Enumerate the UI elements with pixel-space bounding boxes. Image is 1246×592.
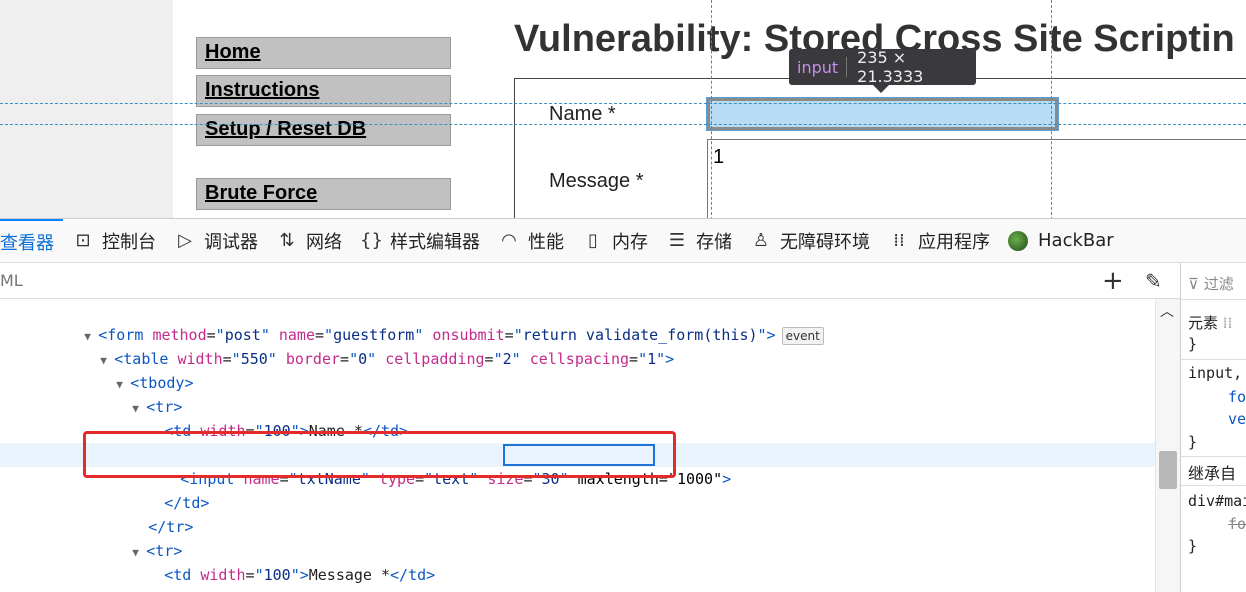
tab-memory[interactable]: ▯ 内存: [573, 219, 657, 263]
rule-selector-input[interactable]: input,: [1188, 364, 1242, 382]
scrollbar-thumb[interactable]: [1159, 451, 1177, 489]
markup-line-td-message[interactable]: <td width="100">Message *</td>: [0, 539, 1155, 584]
tab-storage[interactable]: ☰ 存储: [657, 219, 741, 263]
guide-line-bottom: [0, 124, 1246, 125]
divider: [1181, 359, 1246, 360]
element-rule-label: 元素 ⁞⁞: [1188, 314, 1233, 332]
element-size-tooltip: input 235 × 21.3333: [789, 48, 976, 93]
tab-label: HackBar: [1038, 230, 1114, 251]
add-node-icon[interactable]: +: [1102, 266, 1124, 296]
markup-search-bar: ML + ✎: [0, 263, 1180, 299]
tab-debugger[interactable]: ▷ 调试器: [165, 219, 267, 263]
eyedropper-icon[interactable]: ✎: [1145, 269, 1162, 293]
markup-line-table[interactable]: ▼ <table width="550" border="0" cellpaddi…: [0, 323, 1155, 368]
markup-line-form[interactable]: ▼ <form method="post" name="guestform" on…: [0, 299, 1155, 345]
tab-style-editor[interactable]: {} 样式编辑器: [351, 219, 489, 263]
overridden-property[interactable]: fo: [1228, 515, 1246, 533]
menu-item-home[interactable]: Home: [196, 37, 451, 69]
chevron-up-icon[interactable]: ︿: [1160, 301, 1174, 321]
markup-line-td2[interactable]: ▼<td>: [0, 563, 1155, 592]
application-icon: ⁞⁞: [893, 230, 905, 251]
tab-label: 性能: [528, 231, 564, 253]
rule-property[interactable]: fo: [1228, 388, 1246, 406]
console-icon: ⊡: [75, 230, 91, 251]
tab-label: 网络: [306, 231, 342, 253]
left-gutter: [0, 0, 173, 220]
tab-label: 调试器: [204, 231, 258, 253]
tab-label: 无障碍环境: [780, 231, 870, 253]
tab-performance[interactable]: ◠ 性能: [489, 219, 573, 263]
markup-line-td-name[interactable]: <td width="100">Name *</td>: [0, 395, 1155, 440]
guide-line-right: [1051, 0, 1052, 220]
tooltip-divider: [846, 57, 848, 77]
rule-property[interactable]: ve: [1228, 410, 1246, 428]
debugger-icon: ▷: [178, 230, 192, 251]
markup-line-tr[interactable]: ▼ <tr>: [0, 371, 1155, 416]
performance-icon: ◠: [501, 230, 517, 251]
divider: [1181, 299, 1246, 300]
tab-console[interactable]: ⊡ 控制台: [63, 219, 165, 263]
menu-item-brute-force[interactable]: Brute Force: [196, 178, 451, 210]
message-textarea[interactable]: 1: [707, 139, 1246, 220]
tooltip-size: 235 × 21.3333: [857, 48, 924, 86]
message-label: Message *: [549, 170, 644, 192]
divider: [1181, 485, 1246, 486]
devtools-tabbar: 查看器 ⊡ 控制台 ▷ 调试器 ⇅ 网络 {} 样式编辑器 ◠ 性能 ▯ 内存 ☰ 存储 ♙ 无…: [0, 218, 1246, 263]
rules-sidebar: ◧ 规 ⊽ 过滤 元素 ⁞⁞ } input, fo ve } 继承自 div#…: [1180, 263, 1246, 592]
inherited-label: 继承自: [1188, 464, 1237, 483]
storage-icon: ☰: [668, 230, 686, 251]
tooltip-tag: input: [797, 57, 839, 77]
tab-label: 存储: [696, 231, 732, 253]
network-icon: ⇅: [279, 230, 295, 251]
tab-hackbar[interactable]: HackBar: [999, 219, 1123, 263]
devtools-panel: 查看器 ⊡ 控制台 ▷ 调试器 ⇅ 网络 {} 样式编辑器 ◠ 性能 ▯ 内存 ☰ 存储 ♙ 无…: [0, 218, 1246, 592]
name-label: Name *: [549, 103, 616, 125]
attribute-edit-box: [503, 444, 655, 466]
divider: [1181, 456, 1246, 457]
menu-item-setup-reset-db[interactable]: Setup / Reset DB: [196, 114, 451, 146]
memory-icon: ▯: [588, 230, 598, 251]
rules-filter-input[interactable]: ⊽ 过滤: [1188, 273, 1234, 294]
tab-label: 控制台: [102, 231, 156, 253]
rule-close-brace: }: [1188, 433, 1198, 451]
rule-close-brace: }: [1188, 335, 1198, 353]
guide-line-top: [0, 103, 1246, 104]
tab-accessibility[interactable]: ♙ 无障碍环境: [741, 219, 879, 263]
hackbar-icon: [1008, 230, 1028, 251]
search-html-input[interactable]: ML: [0, 271, 23, 290]
markup-line-tr-close[interactable]: </tr>: [0, 491, 1155, 536]
tab-network[interactable]: ⇅ 网络: [267, 219, 351, 263]
guide-line-left: [711, 0, 712, 220]
tab-label: 应用程序: [918, 231, 990, 253]
inherited-selector[interactable]: div#mai: [1188, 492, 1246, 510]
accessibility-icon: ♙: [752, 230, 770, 251]
tab-label: 查看器: [0, 232, 54, 254]
style-editor-icon: {}: [360, 230, 383, 251]
markup-scrollbar[interactable]: ︿: [1155, 299, 1180, 592]
tab-label: 内存: [612, 231, 648, 253]
tab-inspector[interactable]: 查看器: [0, 218, 63, 263]
browser-viewport: Home Instructions Setup / Reset DB Brute…: [0, 0, 1246, 220]
tab-application[interactable]: ⁞⁞ 应用程序: [879, 219, 999, 263]
rule-close-brace: }: [1188, 537, 1198, 555]
markup-line-tr2[interactable]: ▼ <tr>: [0, 515, 1155, 560]
tab-label: 样式编辑器: [390, 231, 480, 253]
filter-icon: ⊽: [1188, 275, 1199, 293]
markup-line-tbody[interactable]: ▼ <tbody>: [0, 347, 1155, 392]
screen: Home Instructions Setup / Reset DB Brute…: [0, 0, 1246, 592]
